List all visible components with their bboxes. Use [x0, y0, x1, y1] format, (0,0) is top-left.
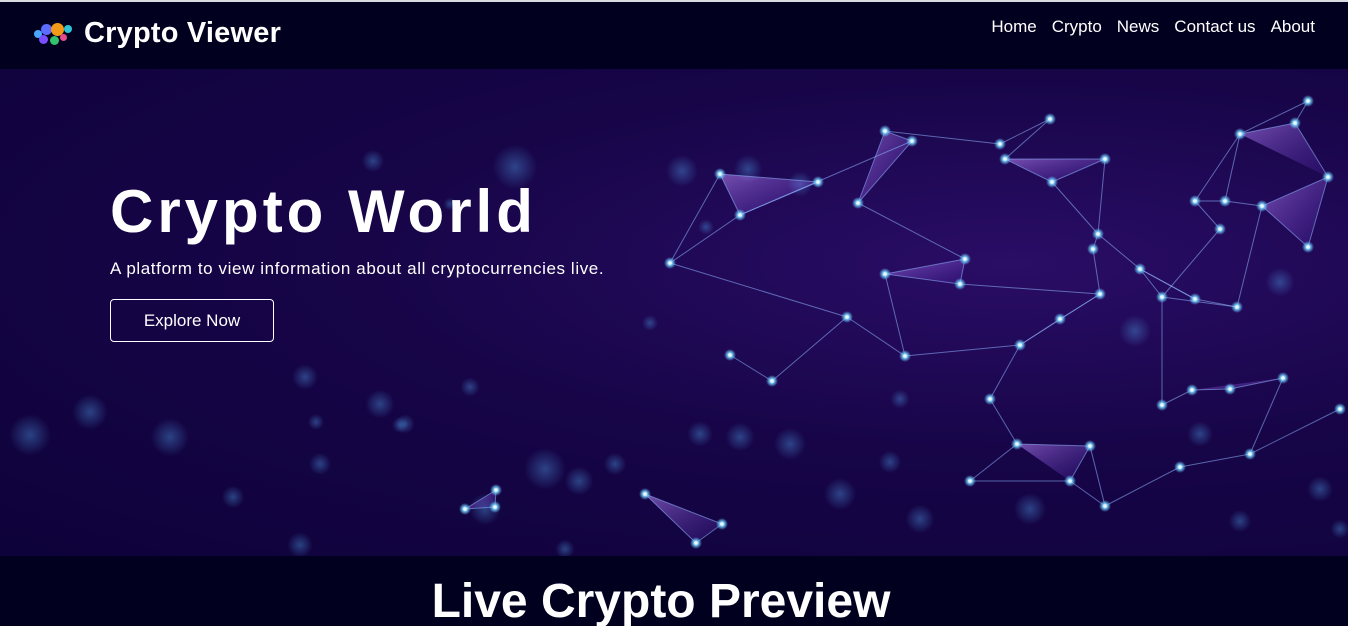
explore-now-button[interactable]: Explore Now — [110, 299, 274, 342]
navbar: Crypto Viewer Home Crypto News Contact u… — [0, 2, 1348, 69]
preview-section-title: Live Crypto Preview — [431, 575, 891, 626]
nav-contact-link[interactable]: Contact us — [1174, 17, 1255, 37]
crypto-coins-logo-icon — [34, 21, 76, 47]
nav-home-link[interactable]: Home — [991, 17, 1036, 37]
live-preview-section: Live Crypto Preview — [0, 556, 1348, 626]
nav-news-link[interactable]: News — [1117, 17, 1160, 37]
nav-crypto-link[interactable]: Crypto — [1052, 17, 1102, 37]
hero-subtitle: A platform to view information about all… — [110, 259, 605, 278]
brand-title: Crypto Viewer — [84, 17, 282, 49]
nav-about-link[interactable]: About — [1271, 17, 1315, 37]
hero-section: Crypto World A platform to view informat… — [0, 69, 1348, 556]
brand[interactable]: Crypto Viewer — [34, 17, 281, 50]
main-nav: Home Crypto News Contact us About — [991, 17, 1315, 37]
hero-title: Crypto World — [110, 178, 537, 245]
